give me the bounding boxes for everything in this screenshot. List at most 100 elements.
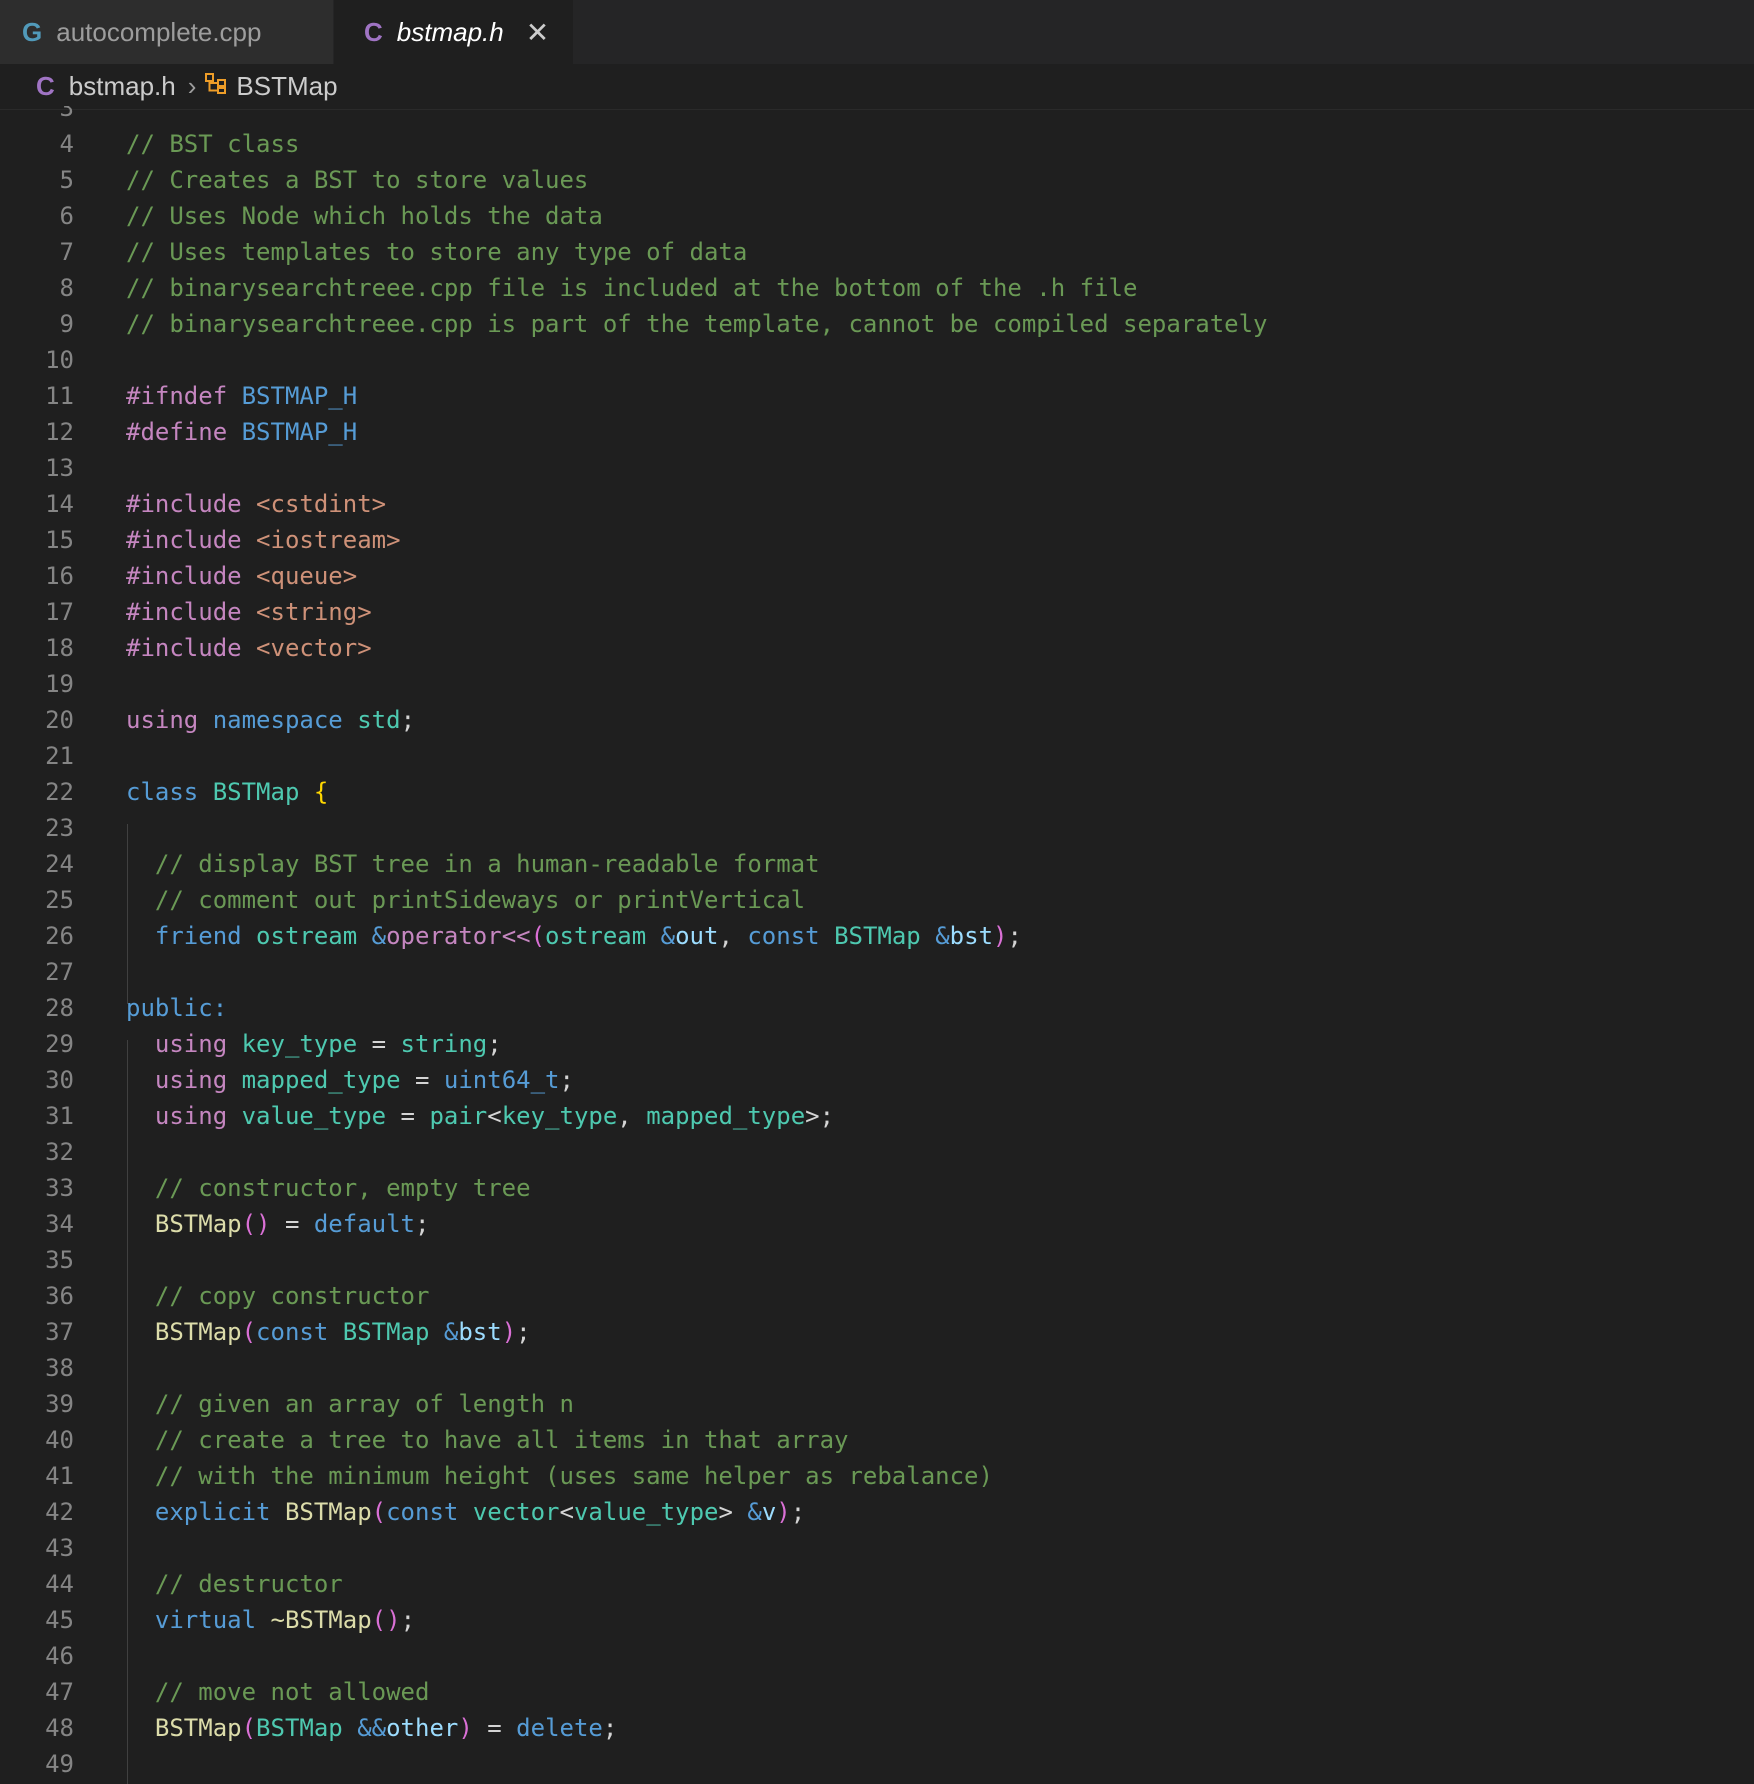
code-line[interactable]: 11 #ifndef BSTMAP_H bbox=[0, 378, 1754, 414]
code-token: < bbox=[559, 1498, 574, 1526]
code-editor[interactable]: 3 4// BST class 5// Creates a BST to store… bbox=[0, 106, 1754, 1784]
tab-label: bstmap.h bbox=[396, 16, 504, 47]
code-line[interactable]: 13 bbox=[0, 450, 1754, 486]
code-token: ; bbox=[415, 1210, 430, 1238]
code-line[interactable]: 18 #include <vector> bbox=[0, 630, 1754, 666]
code-line[interactable]: 36 // copy constructor bbox=[0, 1278, 1754, 1314]
code-line[interactable]: 41 // with the minimum height (uses same… bbox=[0, 1458, 1754, 1494]
code-text: // binarysearchtreee.cpp is part of the … bbox=[126, 306, 1268, 342]
code-line[interactable]: 19 bbox=[0, 666, 1754, 702]
code-line[interactable]: 37 BSTMap(const BSTMap &bst); bbox=[0, 1314, 1754, 1350]
code-line[interactable]: 46 bbox=[0, 1638, 1754, 1674]
code-token: < bbox=[487, 1102, 502, 1130]
code-line[interactable]: 47 // move not allowed bbox=[0, 1674, 1754, 1710]
line-number: 7 bbox=[59, 238, 74, 266]
code-line[interactable]: 26 friend ostream &operator<<(ostream &o… bbox=[0, 918, 1754, 954]
code-line[interactable]: 3 bbox=[0, 106, 1754, 126]
line-number: 29 bbox=[45, 1030, 74, 1058]
line-number: 15 bbox=[45, 526, 74, 554]
code-line[interactable]: 33 // constructor, empty tree bbox=[0, 1170, 1754, 1206]
code-line[interactable]: 12 #define BSTMAP_H bbox=[0, 414, 1754, 450]
code-line[interactable]: 31 using value_type = pair<key_type, map… bbox=[0, 1098, 1754, 1134]
code-token: // Creates a BST to store values bbox=[126, 166, 589, 194]
code-token: BSTMap bbox=[126, 1210, 242, 1238]
code-line[interactable]: 23 bbox=[0, 810, 1754, 846]
line-number: 14 bbox=[45, 490, 74, 518]
code-token: other bbox=[386, 1714, 459, 1742]
chevron-right-icon: › bbox=[187, 71, 197, 101]
code-token: explicit bbox=[126, 1498, 285, 1526]
code-token: mapped_type bbox=[241, 1066, 401, 1094]
code-token: virtual bbox=[126, 1606, 271, 1634]
code-line[interactable]: 9 // binarysearchtreee.cpp is part of the… bbox=[0, 306, 1754, 342]
line-number: 10 bbox=[45, 346, 74, 374]
code-line[interactable]: 25 // comment out printSideways or print… bbox=[0, 882, 1754, 918]
code-token: ) bbox=[501, 1318, 517, 1346]
line-number: 8 bbox=[59, 274, 74, 302]
code-line[interactable]: 49 bbox=[0, 1746, 1754, 1782]
code-line[interactable]: 14 #include <cstdint> bbox=[0, 486, 1754, 522]
code-token: = bbox=[386, 1102, 430, 1130]
code-line[interactable]: 10 bbox=[0, 342, 1754, 378]
tab-bstmap-h[interactable]: C bstmap.h ✕ bbox=[334, 0, 573, 64]
code-line[interactable]: 24 // display BST tree in a human-readab… bbox=[0, 846, 1754, 882]
code-token: // constructor, empty tree bbox=[126, 1174, 531, 1202]
line-number: 6 bbox=[59, 202, 74, 230]
code-text: using value_type = pair<key_type, mapped… bbox=[126, 1098, 834, 1134]
code-line[interactable]: 4 // BST class bbox=[0, 126, 1754, 162]
code-token: uint64_t bbox=[443, 1066, 560, 1094]
code-line[interactable]: 35 bbox=[0, 1242, 1754, 1278]
code-token: BSTMAP_H bbox=[241, 382, 358, 410]
code-token: #define bbox=[126, 418, 242, 446]
code-line[interactable]: 7 // Uses templates to store any type of … bbox=[0, 234, 1754, 270]
close-icon[interactable]: ✕ bbox=[526, 16, 549, 49]
code-text: using mapped_type = uint64_t; bbox=[126, 1062, 574, 1098]
code-line[interactable]: 43 bbox=[0, 1530, 1754, 1566]
code-token: = bbox=[472, 1714, 517, 1742]
code-line[interactable]: 15 #include <iostream> bbox=[0, 522, 1754, 558]
code-text: #ifndef BSTMAP_H bbox=[126, 378, 357, 414]
code-line[interactable]: 6 // Uses Node which holds the data bbox=[0, 198, 1754, 234]
line-number: 43 bbox=[45, 1534, 74, 1562]
code-text: class BSTMap { bbox=[126, 774, 328, 810]
code-line[interactable]: 22 class BSTMap { bbox=[0, 774, 1754, 810]
code-line[interactable]: 42 explicit BSTMap(const vector<value_ty… bbox=[0, 1494, 1754, 1530]
code-line[interactable]: 21 bbox=[0, 738, 1754, 774]
code-token: ; bbox=[400, 1606, 416, 1634]
code-token: #include bbox=[126, 598, 257, 626]
code-token: BSTMap bbox=[126, 1714, 242, 1742]
code-token: ( bbox=[530, 922, 546, 950]
breadcrumb-symbol[interactable]: BSTMap bbox=[236, 71, 337, 102]
code-line[interactable]: 39 // given an array of length n bbox=[0, 1386, 1754, 1422]
code-line[interactable]: 30 using mapped_type = uint64_t; bbox=[0, 1062, 1754, 1098]
code-line[interactable]: 17 #include <string> bbox=[0, 594, 1754, 630]
code-line[interactable]: 34 BSTMap() = default; bbox=[0, 1206, 1754, 1242]
code-line[interactable]: 40 // create a tree to have all items in… bbox=[0, 1422, 1754, 1458]
code-line[interactable]: 29 using key_type = string; bbox=[0, 1026, 1754, 1062]
tab-autocomplete-cpp[interactable]: G autocomplete.cpp bbox=[0, 0, 333, 64]
breadcrumb-file[interactable]: bstmap.h bbox=[69, 71, 176, 102]
code-line[interactable]: 5 // Creates a BST to store values bbox=[0, 162, 1754, 198]
code-line[interactable]: 16 #include <queue> bbox=[0, 558, 1754, 594]
code-line[interactable]: 28 public: bbox=[0, 990, 1754, 1026]
code-line[interactable]: 27 bbox=[0, 954, 1754, 990]
code-line[interactable]: 38 bbox=[0, 1350, 1754, 1386]
line-number: 44 bbox=[45, 1570, 74, 1598]
code-token: = bbox=[357, 1030, 401, 1058]
code-line[interactable]: 45 virtual ~BSTMap(); bbox=[0, 1602, 1754, 1638]
code-token: value_type bbox=[241, 1102, 387, 1130]
code-token: delete bbox=[516, 1714, 603, 1742]
code-line[interactable]: 44 // destructor bbox=[0, 1566, 1754, 1602]
code-line[interactable]: 20 using namespace std; bbox=[0, 702, 1754, 738]
code-line[interactable]: 48 BSTMap(BSTMap &&other) = delete; bbox=[0, 1710, 1754, 1746]
code-line[interactable]: 8 // binarysearchtreee.cpp file is includ… bbox=[0, 270, 1754, 306]
code-line[interactable]: 32 bbox=[0, 1134, 1754, 1170]
line-number: 11 bbox=[45, 382, 74, 410]
code-token: & bbox=[660, 922, 676, 950]
code-text: // create a tree to have all items in th… bbox=[126, 1422, 849, 1458]
code-token: // Uses templates to store any type of d… bbox=[126, 238, 748, 266]
code-text: // BST class bbox=[126, 126, 299, 162]
line-number: 21 bbox=[45, 742, 74, 770]
code-token: ( bbox=[371, 1498, 387, 1526]
line-number: 17 bbox=[45, 598, 74, 626]
